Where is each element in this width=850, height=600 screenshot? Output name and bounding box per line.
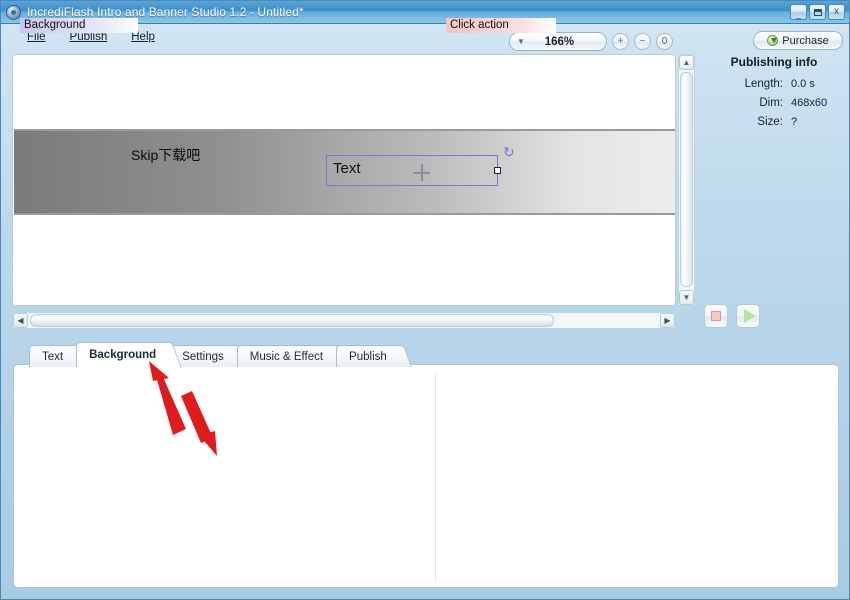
stop-button[interactable] <box>704 304 728 328</box>
triangle-left-icon: ◀ <box>17 316 24 325</box>
stop-icon <box>711 311 721 321</box>
tab-text-label: Text <box>42 350 64 363</box>
horizontal-scroll-thumb[interactable] <box>30 314 554 327</box>
minimize-button[interactable]: _ <box>790 4 807 20</box>
tab-settings-label: Settings <box>182 350 224 363</box>
background-section-header: Background <box>20 18 138 33</box>
scroll-up-button[interactable]: ▲ <box>679 55 694 70</box>
size-label: Size: <box>757 116 783 128</box>
scroll-right-button[interactable]: ▶ <box>660 313 675 328</box>
scroll-left-button[interactable]: ◀ <box>13 313 28 328</box>
playback-controls <box>704 304 760 328</box>
zoom-controls: ▼ 166% + − 0 <box>509 32 673 51</box>
tab-background[interactable]: Background <box>76 342 182 368</box>
click-action-section-header: Click action <box>446 18 556 33</box>
app-icon <box>6 4 21 20</box>
tab-edge <box>391 345 412 367</box>
length-label: Length: <box>744 78 783 90</box>
zoom-in-button[interactable]: + <box>612 33 629 50</box>
application-window: IncrediFlash Intro and Banner Studio 1.2… <box>0 0 850 600</box>
resize-handle-icon[interactable] <box>494 167 501 174</box>
text-object-label: Text <box>333 160 361 177</box>
triangle-right-icon: ▶ <box>664 316 671 325</box>
zoom-out-button[interactable]: − <box>634 33 651 50</box>
selected-text-object[interactable]: Text <box>326 155 501 186</box>
minus-icon: − <box>639 35 646 47</box>
vertical-scroll-thumb[interactable] <box>680 72 693 287</box>
zero-icon: 0 <box>661 35 668 47</box>
minimize-icon: _ <box>795 9 802 20</box>
tab-music-effect-label: Music & Effect <box>249 350 324 363</box>
dim-label: Dim: <box>759 97 783 109</box>
triangle-up-icon: ▲ <box>682 58 691 67</box>
panel-divider <box>435 373 436 581</box>
banner-stage[interactable]: Skip下载吧 Text ↻ <box>14 129 675 215</box>
maximize-button[interactable] <box>809 4 826 20</box>
maximize-icon <box>813 8 822 16</box>
tab-publish-label: Publish <box>349 350 387 363</box>
canvas-area[interactable]: Skip下载吧 Text ↻ <box>12 54 676 306</box>
length-value: 0.0 s <box>791 78 815 90</box>
publishing-info-heading: Publishing info <box>730 55 818 69</box>
dim-value: 468x60 <box>791 97 828 109</box>
canvas-horizontal-scrollbar[interactable]: ◀ ▶ <box>12 312 676 329</box>
tab-background-label: Background <box>89 349 157 361</box>
tab-bar: Text Background Settings Music & Effect … <box>29 342 412 368</box>
canvas-vertical-scrollbar[interactable]: ▲ ▼ <box>678 54 695 306</box>
zoom-reset-button[interactable]: 0 <box>656 33 673 50</box>
close-button[interactable]: x <box>828 4 845 20</box>
download-arrow-icon <box>767 35 779 46</box>
banner-text[interactable]: Skip下载吧 <box>131 145 201 165</box>
size-value: ? <box>791 116 798 128</box>
close-icon: x <box>834 6 839 17</box>
publishing-info-panel: Publishing info Length: 0.0 s Dim: 468x6… <box>701 55 847 128</box>
play-icon <box>743 309 756 323</box>
zoom-level-dropdown[interactable]: ▼ 166% <box>509 32 607 51</box>
triangle-down-icon: ▼ <box>682 293 691 302</box>
move-crosshair-icon <box>413 164 430 181</box>
zoom-level-value: 166% <box>544 35 575 48</box>
tab-publish[interactable]: Publish <box>336 345 412 367</box>
scroll-down-button[interactable]: ▼ <box>679 290 694 305</box>
window-controls: _ x <box>790 4 845 20</box>
play-button[interactable] <box>736 304 760 328</box>
chevron-down-icon: ▼ <box>517 37 525 46</box>
tab-music-effect[interactable]: Music & Effect <box>236 345 349 367</box>
window-title: IncrediFlash Intro and Banner Studio 1.2… <box>27 5 304 19</box>
purchase-button[interactable]: Purchase <box>753 31 843 50</box>
rotate-icon[interactable]: ↻ <box>503 144 515 161</box>
tab-content-panel <box>13 364 839 588</box>
tab-text[interactable]: Text <box>29 345 89 367</box>
plus-icon: + <box>617 35 624 47</box>
purchase-label: Purchase <box>782 34 829 47</box>
